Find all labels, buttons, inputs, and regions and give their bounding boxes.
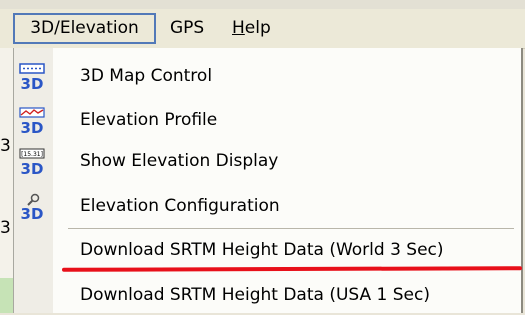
svg-text:3D: 3D <box>21 75 44 90</box>
red-underline-annotation <box>61 266 523 272</box>
elevation-configuration-icon: 3D <box>21 193 44 220</box>
elevation-profile-icon: 3D <box>19 107 45 134</box>
svg-text:3D: 3D <box>21 119 44 134</box>
menu-help-rest: elp <box>244 18 271 38</box>
menu-item-elevation-profile[interactable]: 3D Elevation Profile <box>14 100 522 140</box>
elevation-display-icon: [15.31] 3D <box>19 148 45 175</box>
menu-item-label: Elevation Configuration <box>80 196 280 216</box>
elevation-display-icon-text: [15.31] <box>21 151 43 158</box>
menu-item-elevation-configuration[interactable]: 3D Elevation Configuration <box>14 186 522 226</box>
menu-separator <box>68 228 514 229</box>
menu-item-label: Download SRTM Height Data (USA 1 Sec) <box>80 285 430 305</box>
menu-item-label: Download SRTM Height Data (World 3 Sec) <box>80 240 444 260</box>
background-green-area <box>0 278 13 313</box>
menu-gps[interactable]: GPS <box>164 13 210 44</box>
3d-map-control-icon: 3D <box>19 63 45 90</box>
menu-help-mnemonic: H <box>232 18 245 38</box>
menu-item-show-elevation-display[interactable]: [15.31] 3D Show Elevation Display <box>14 141 522 181</box>
svg-text:3D: 3D <box>21 205 44 220</box>
menu-bar: 3D/Elevation GPS Help <box>0 9 525 49</box>
window-top-strip <box>0 0 525 9</box>
menu-item-label: Elevation Profile <box>80 110 218 130</box>
menu-item-3d-map-control[interactable]: 3D 3D Map Control <box>14 56 522 96</box>
menu-item-download-srtm-world[interactable]: Download SRTM Height Data (World 3 Sec) <box>14 230 522 270</box>
menu-item-label: Show Elevation Display <box>80 151 279 171</box>
menu-item-label: 3D Map Control <box>80 66 213 86</box>
background-text-fragment: 3 <box>0 136 11 156</box>
menu-item-download-srtm-usa[interactable]: Download SRTM Height Data (USA 1 Sec) <box>14 275 522 315</box>
background-window-edge: 3 3 <box>0 48 13 313</box>
menu-3d-elevation[interactable]: 3D/Elevation <box>13 13 156 44</box>
svg-text:3D: 3D <box>21 160 44 175</box>
elevation-dropdown-menu: 3D 3D Map Control 3D Elevation Profile [… <box>13 48 523 313</box>
menu-help[interactable]: Help <box>226 13 277 44</box>
background-text-fragment: 3 <box>0 218 11 238</box>
